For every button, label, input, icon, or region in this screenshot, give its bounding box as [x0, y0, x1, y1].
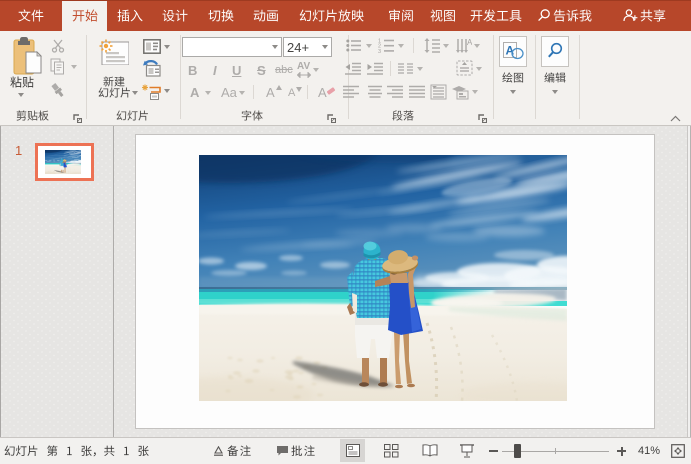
svg-text:3: 3 — [378, 49, 381, 53]
svg-text:A: A — [467, 38, 472, 47]
